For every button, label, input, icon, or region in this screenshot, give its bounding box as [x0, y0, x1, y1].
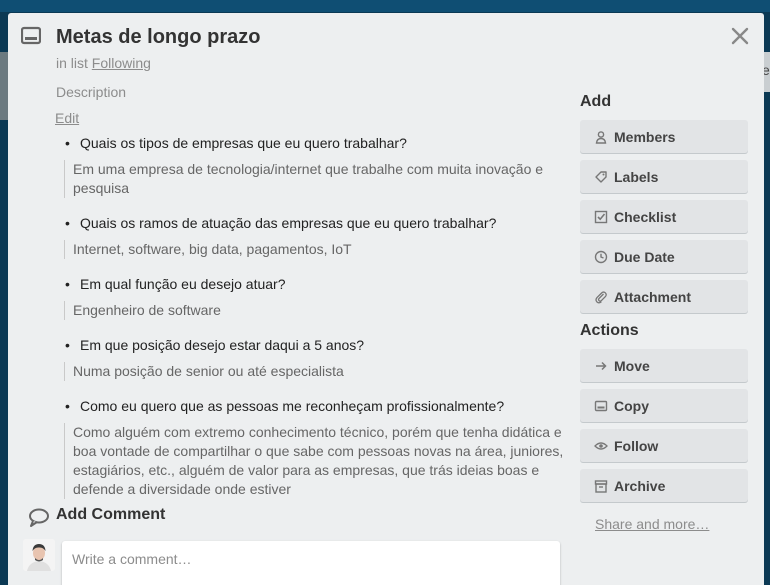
answer-quote: Engenheiro de software — [64, 301, 566, 320]
due-date-button[interactable]: Due Date — [580, 240, 748, 273]
card-list-info: in list Following — [56, 55, 151, 71]
list-item: • Como eu quero que as pessoas me reconh… — [65, 397, 566, 416]
speech-bubble-icon — [28, 507, 50, 527]
bullet: • — [65, 135, 70, 151]
checkbox-icon — [594, 210, 608, 224]
list-prefix: in list — [56, 55, 88, 71]
edit-description-link[interactable]: Edit — [55, 110, 79, 126]
bullet: • — [65, 215, 70, 231]
list-item: • Em que posição desejo estar daqui a 5 … — [65, 336, 566, 355]
add-heading: Add — [580, 93, 612, 110]
list-link[interactable]: Following — [92, 55, 151, 71]
person-icon — [594, 130, 608, 144]
card-title[interactable]: Metas de longo prazo — [56, 26, 260, 49]
archive-box-icon — [594, 479, 608, 493]
checklist-button[interactable]: Checklist — [580, 200, 748, 233]
clock-icon — [594, 250, 608, 264]
share-and-more-link[interactable]: Share and more… — [595, 516, 748, 532]
members-button[interactable]: Members — [580, 120, 748, 153]
answer-quote: Como alguém com extremo conhecimento téc… — [64, 423, 566, 499]
tag-icon — [594, 170, 608, 184]
attachment-button[interactable]: Attachment — [580, 280, 748, 313]
board-list-behind — [0, 52, 8, 120]
question-text: Quais os ramos de atuação das empresas q… — [80, 215, 497, 231]
description-label: Description — [56, 84, 127, 100]
comment-placeholder: Write a comment… — [72, 551, 192, 567]
question-text: Em qual função eu desejo atuar? — [80, 276, 286, 292]
answer-quote: Numa posição de senior ou até especialis… — [64, 362, 566, 381]
copy-button[interactable]: Copy — [580, 389, 748, 422]
list-item: • Quais os tipos de empresas que eu quer… — [65, 134, 566, 153]
answer-quote: Em uma empresa de tecnologia/internet qu… — [64, 160, 566, 198]
bullet: • — [65, 276, 70, 292]
question-text: Quais os tipos de empresas que eu quero … — [80, 135, 407, 151]
question-text: Em que posição desejo estar daqui a 5 an… — [80, 337, 365, 353]
board-header-strip — [0, 0, 770, 12]
eye-icon — [594, 439, 608, 453]
list-item: • Quais os ramos de atuação das empresas… — [65, 214, 566, 233]
card-detail-window: Metas de longo prazo in list Following D… — [8, 13, 764, 585]
actions-heading: Actions — [580, 322, 639, 339]
card-sidebar: Add Members Labels Checklist Due Date At… — [580, 93, 748, 532]
follow-button[interactable]: Follow — [580, 429, 748, 462]
description-body: • Quais os tipos de empresas que eu quer… — [56, 134, 566, 499]
comment-input[interactable]: Write a comment… — [62, 541, 560, 585]
labels-button[interactable]: Labels — [580, 160, 748, 193]
bullet: • — [65, 337, 70, 353]
arrow-right-icon — [594, 359, 608, 373]
answer-quote: Internet, software, big data, pagamentos… — [64, 240, 566, 259]
question-text: Como eu quero que as pessoas me reconheç… — [80, 398, 505, 414]
archive-button[interactable]: Archive — [580, 469, 748, 502]
avatar[interactable] — [23, 539, 55, 571]
list-item: • Em qual função eu desejo atuar? — [65, 275, 566, 294]
close-icon[interactable] — [731, 27, 749, 45]
add-comment-title: Add Comment — [56, 506, 166, 523]
paperclip-icon — [594, 290, 608, 304]
bullet: • — [65, 398, 70, 414]
card-icon — [594, 399, 608, 413]
move-button[interactable]: Move — [580, 349, 748, 382]
card-icon — [20, 26, 42, 46]
